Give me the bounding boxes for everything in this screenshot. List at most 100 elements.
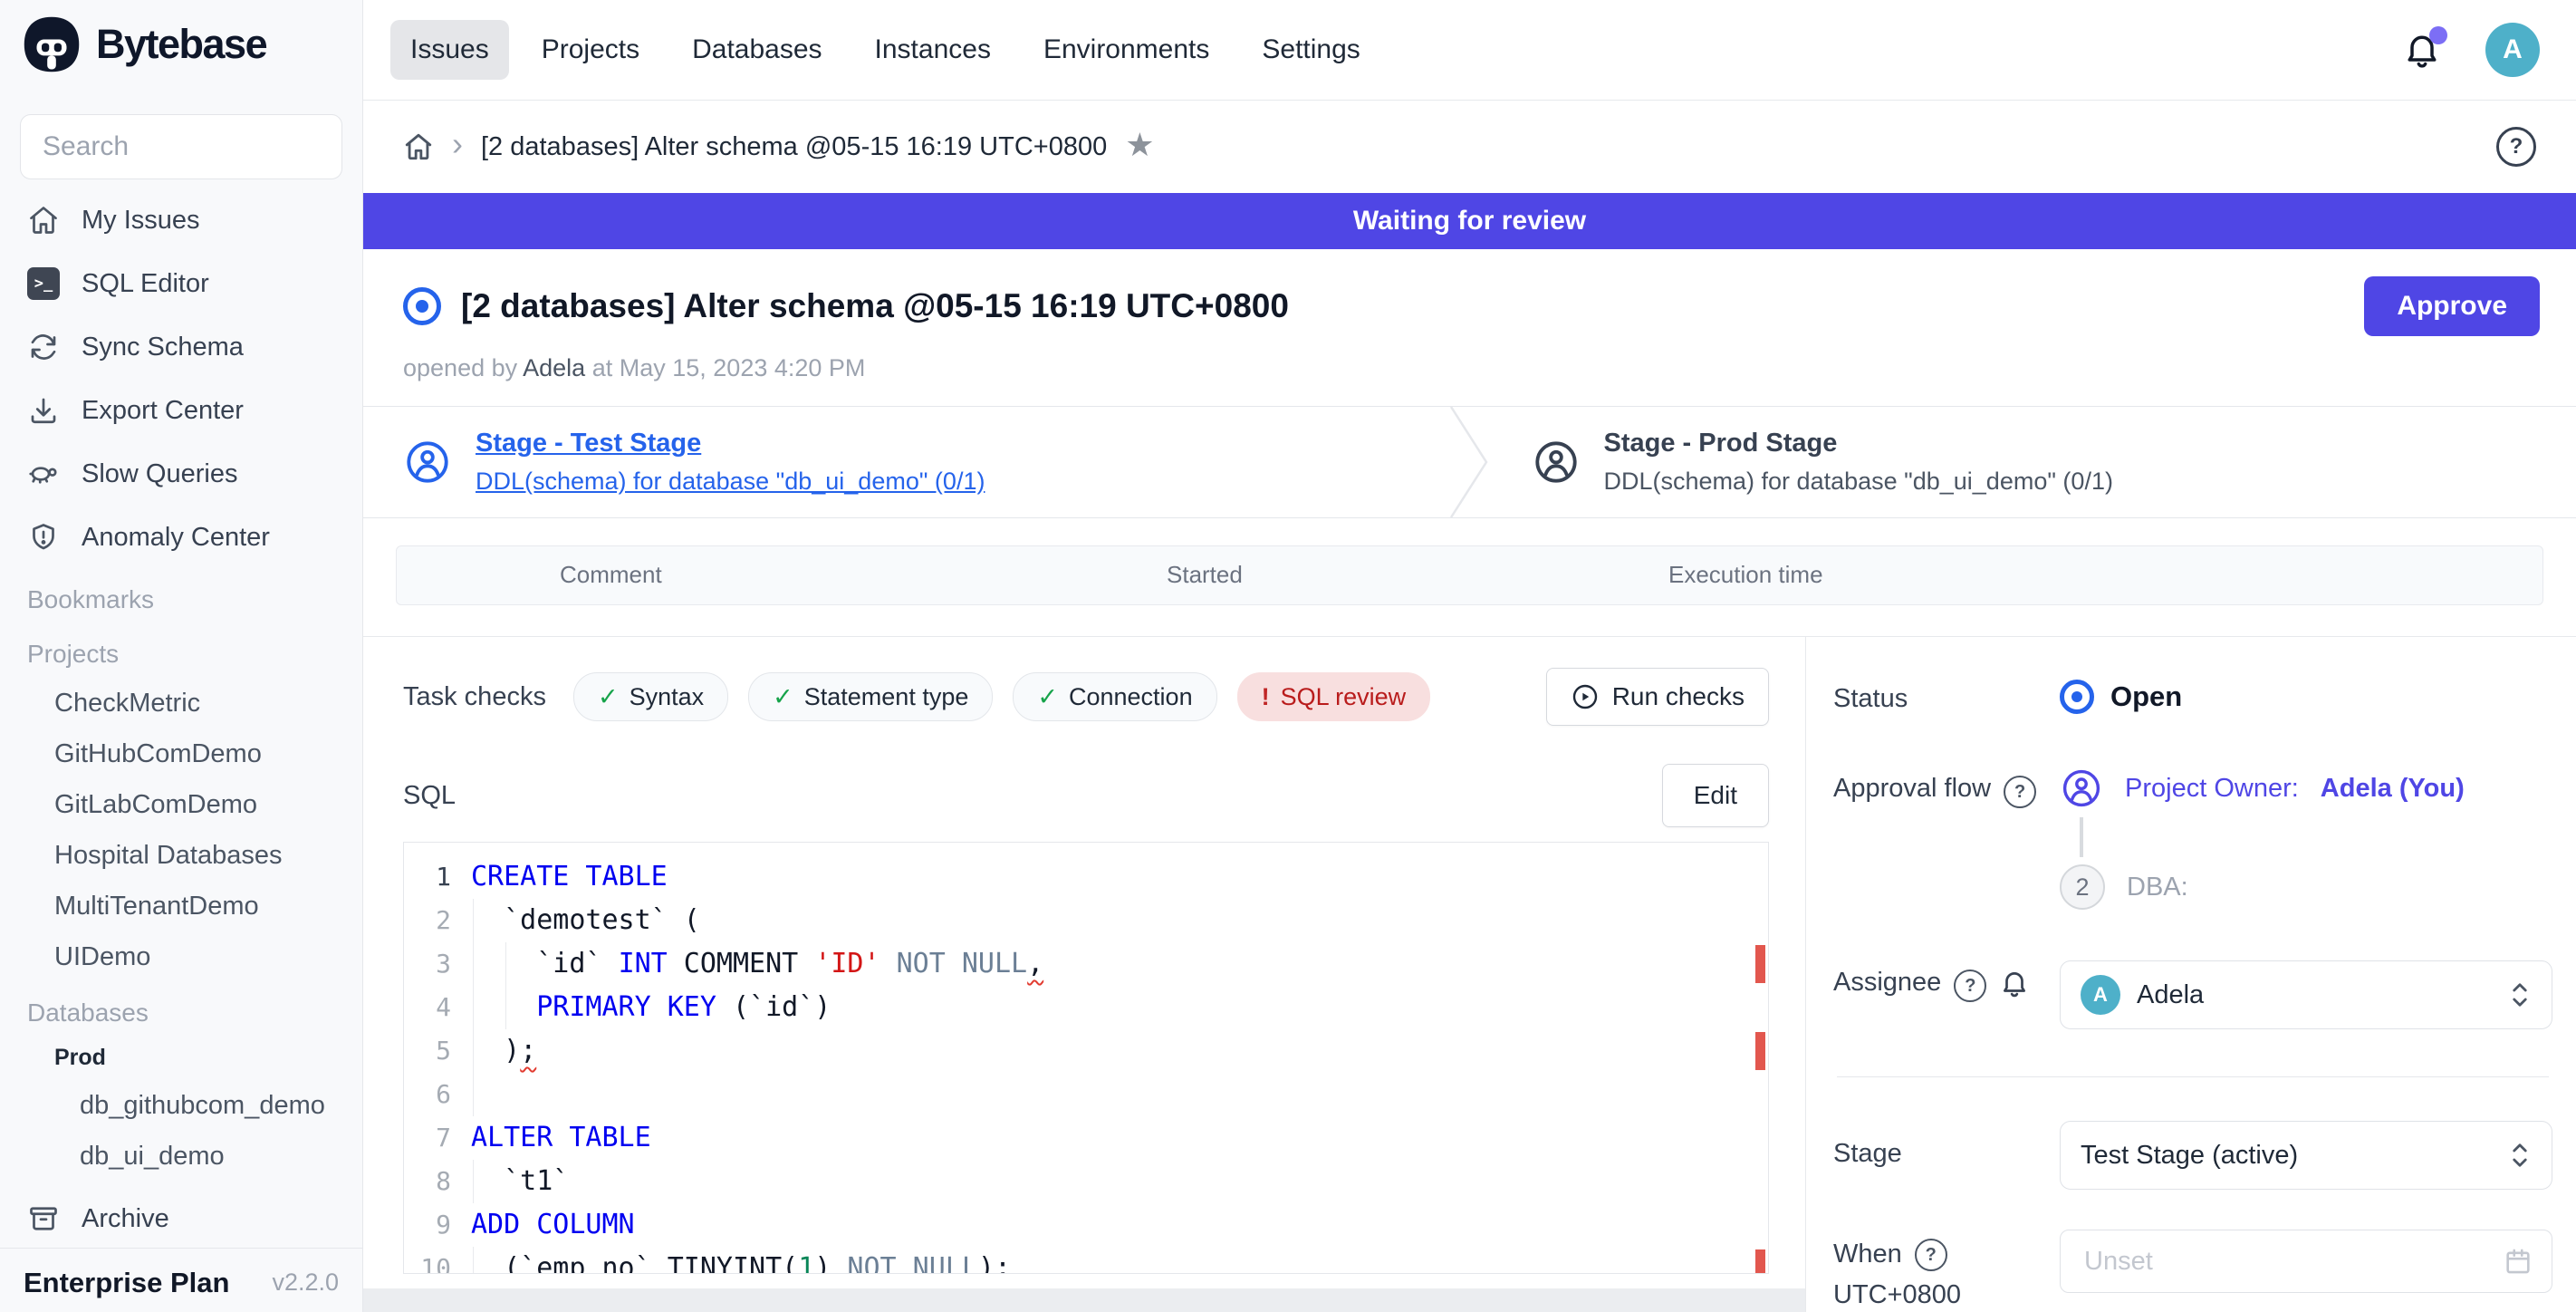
calendar-icon	[2503, 1246, 2533, 1277]
check-pills: ✓Syntax ✓Statement type ✓Connection !SQL re…	[573, 672, 1430, 721]
archive-icon	[27, 1202, 60, 1235]
status-banner: Waiting for review	[363, 193, 2576, 249]
stage-select-row: Stage Test Stage (active)	[1833, 1121, 2552, 1190]
error-ruler-mark	[1755, 1249, 1765, 1274]
code-line-8: 8 `t1`	[404, 1160, 1768, 1203]
issue-open-icon	[403, 287, 441, 325]
tab-issues[interactable]: Issues	[390, 20, 509, 80]
run-checks-button[interactable]: Run checks	[1546, 668, 1769, 726]
chevron-updown-icon	[2506, 1138, 2533, 1172]
search-box[interactable]: ⌘ K	[20, 114, 342, 179]
stage-task-link[interactable]: DDL(schema) for database "db_ui_demo" (0…	[476, 468, 985, 496]
tab-databases[interactable]: Databases	[672, 20, 841, 80]
sidebar-project-uidemo[interactable]: UIDemo	[0, 931, 362, 982]
help-icon[interactable]: ?	[2496, 127, 2536, 167]
sidebar-header-bookmarks[interactable]: Bookmarks	[0, 576, 362, 623]
bookmark-star-icon[interactable]: ★	[1125, 126, 1154, 164]
sidebar-header-projects[interactable]: Projects	[0, 631, 362, 678]
when-datetime-field[interactable]	[2060, 1230, 2552, 1293]
sidebar-item-export-center[interactable]: Export Center	[0, 379, 362, 442]
tab-instances[interactable]: Instances	[855, 20, 1011, 80]
sidebar-db-db_githubcom_demo[interactable]: db_githubcom_demo	[0, 1080, 362, 1131]
breadcrumb-home-icon[interactable]	[403, 131, 434, 162]
check-pill-syntax[interactable]: ✓Syntax	[573, 672, 728, 721]
tab-environments[interactable]: Environments	[1024, 20, 1229, 80]
assignee-avatar: A	[2081, 975, 2120, 1015]
check-pill-sql-review[interactable]: !SQL review	[1237, 672, 1431, 721]
stage-title: Stage - Prod Stage	[1604, 429, 2113, 458]
edit-sql-button[interactable]: Edit	[1662, 764, 1769, 827]
sql-editor[interactable]: 1CREATE TABLE2 `demotest` (3 `id` INT CO…	[403, 842, 1769, 1274]
assignee-row: Assignee ? A Adela	[1833, 960, 2552, 1029]
issue-meta: opened by Adela at May 15, 2023 4:20 PM	[403, 354, 2540, 382]
sidebar-project-githubcomdemo[interactable]: GitHubComDemo	[0, 728, 362, 779]
stage-select[interactable]: Test Stage (active)	[2060, 1121, 2552, 1190]
sidebar-item-my-issues[interactable]: My Issues	[0, 188, 362, 252]
download-icon	[27, 394, 60, 427]
tab-projects[interactable]: Projects	[522, 20, 659, 80]
check-pill-statement-type[interactable]: ✓Statement type	[748, 672, 993, 721]
plan-label[interactable]: Enterprise Plan	[24, 1267, 229, 1299]
sidebar-item-sql-editor[interactable]: >_SQL Editor	[0, 252, 362, 315]
approve-button[interactable]: Approve	[2364, 276, 2540, 336]
breadcrumb: › [2 databases] Alter schema @05-15 16:1…	[363, 101, 2576, 193]
pipeline-stages: Stage - Test Stage DDL(schema) for datab…	[363, 406, 2576, 518]
assignee-label: Assignee	[1833, 968, 1941, 998]
task-checks-label: Task checks	[403, 682, 546, 712]
stage-card-test[interactable]: Stage - Test Stage DDL(schema) for datab…	[363, 407, 1448, 517]
brand-logo[interactable]: Bytebase	[0, 0, 362, 89]
sidebar-environment-prod: Prod	[0, 1037, 362, 1080]
user-avatar[interactable]: A	[2485, 23, 2540, 77]
sidebar-header-databases[interactable]: Databases	[0, 989, 362, 1037]
assignee-select[interactable]: A Adela	[2060, 960, 2552, 1029]
task-history-header: Comment Started Execution time	[396, 545, 2543, 605]
sidebar-projects-list: CheckMetricGitHubComDemoGitLabComDemoHos…	[0, 678, 362, 982]
stage-label: Stage	[1833, 1139, 1902, 1169]
assignee-help-icon[interactable]: ?	[1954, 970, 1986, 1002]
subscribe-bell-icon[interactable]	[1999, 968, 2030, 998]
sidebar: Bytebase ⌘ K My Issues>_SQL EditorSync S…	[0, 0, 363, 1312]
play-circle-icon	[1571, 682, 1600, 711]
sidebar-item-sync-schema[interactable]: Sync Schema	[0, 315, 362, 379]
sql-section-label: SQL	[403, 781, 456, 811]
line-number: 9	[404, 1203, 451, 1247]
stage-assignee-icon	[1532, 438, 1581, 487]
sidebar-project-hospital-databases[interactable]: Hospital Databases	[0, 830, 362, 881]
sidebar-item-anomaly-center[interactable]: Anomaly Center	[0, 506, 362, 569]
line-number: 8	[404, 1160, 451, 1203]
version-label: v2.2.0	[272, 1269, 339, 1297]
when-input[interactable]	[2082, 1246, 2503, 1278]
approval-role: DBA:	[2127, 873, 2188, 902]
sidebar-project-multitenantdemo[interactable]: MultiTenantDemo	[0, 881, 362, 931]
issue-sidebar: Status Open Approval flow ? Project	[1805, 637, 2576, 1312]
search-input[interactable]	[41, 130, 363, 163]
main-area: IssuesProjectsDatabasesInstancesEnvironm…	[363, 0, 2576, 1312]
brand-name: Bytebase	[96, 21, 266, 68]
line-number: 4	[404, 986, 451, 1029]
tab-settings[interactable]: Settings	[1242, 20, 1379, 80]
breadcrumb-separator: ›	[452, 125, 463, 163]
sidebar-item-slow-queries[interactable]: Slow Queries	[0, 442, 362, 506]
approval-flow-help-icon[interactable]: ?	[2004, 776, 2036, 808]
stage-task-label: DDL(schema) for database "db_ui_demo" (0…	[1604, 468, 2113, 496]
approval-step-1[interactable]: Project Owner: Adela (You)	[2060, 767, 2552, 810]
timezone-label: UTC+0800	[1833, 1280, 1961, 1310]
status-row: Status Open	[1833, 677, 2552, 714]
sidebar-databases-list: db_githubcom_demodb_ui_demo	[0, 1080, 362, 1182]
sync-icon	[27, 331, 60, 363]
stage-card-prod[interactable]: Stage - Prod Stage DDL(schema) for datab…	[1492, 407, 2576, 517]
sidebar-project-gitlabcomdemo[interactable]: GitLabComDemo	[0, 779, 362, 830]
sidebar-item-archive[interactable]: Archive	[0, 1191, 362, 1248]
code-line-9: 9ADD COLUMN	[404, 1203, 1768, 1247]
issue-author[interactable]: Adela	[523, 354, 585, 381]
breadcrumb-title[interactable]: [2 databases] Alter schema @05-15 16:19 …	[481, 132, 1107, 162]
notifications-button[interactable]	[2402, 30, 2442, 70]
check-icon: ✓	[598, 683, 619, 711]
approval-approver[interactable]: Adela (You)	[2321, 774, 2465, 804]
bytebase-logo-icon	[22, 14, 82, 74]
column-comment: Comment	[560, 546, 662, 603]
sidebar-db-db_ui_demo[interactable]: db_ui_demo	[0, 1131, 362, 1182]
sidebar-project-checkmetric[interactable]: CheckMetric	[0, 678, 362, 728]
check-pill-connection[interactable]: ✓Connection	[1013, 672, 1216, 721]
when-help-icon[interactable]: ?	[1915, 1239, 1947, 1271]
